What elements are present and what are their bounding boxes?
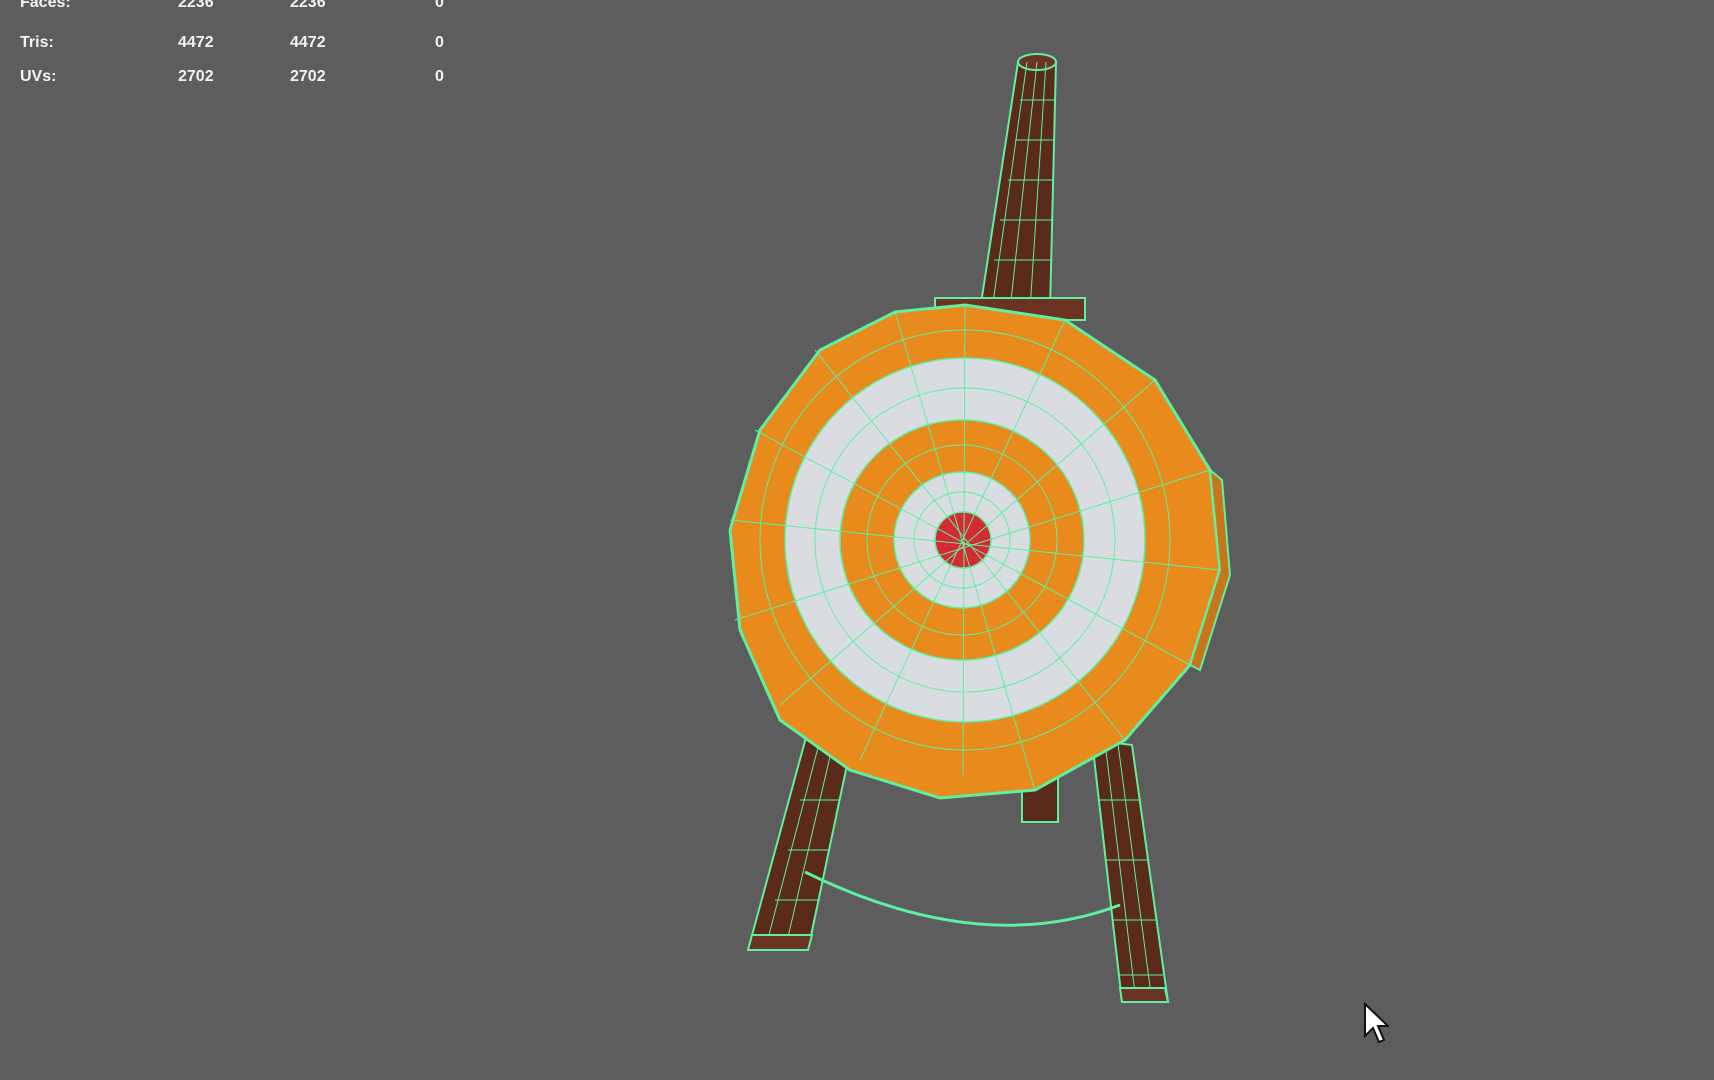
- front-right-leg[interactable]: [1090, 738, 1170, 1003]
- rope-arc: [804, 870, 1121, 927]
- target-face[interactable]: [728, 303, 1232, 800]
- front-left-leg[interactable]: [746, 728, 850, 951]
- 3d-viewport[interactable]: Faces: 2236 2236 0 Tris: 4472 4472 0 UVs…: [0, 0, 1714, 1080]
- archery-target-model[interactable]: [0, 0, 1714, 1080]
- mouse-cursor-icon: [1364, 1002, 1389, 1044]
